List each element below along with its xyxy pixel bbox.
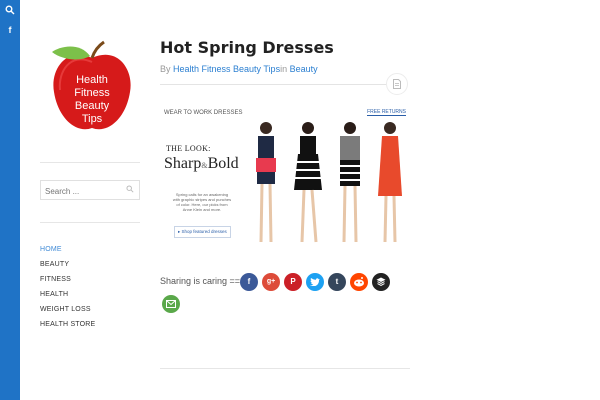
logo-line-4: Tips: [82, 113, 103, 125]
logo-line-3: Beauty: [75, 100, 110, 112]
nav-item-health-store[interactable]: HEALTH STORE: [40, 321, 95, 336]
byline-by: By: [160, 64, 174, 74]
social-rail: f: [0, 0, 20, 400]
sharing-label: Sharing is caring ==>: [160, 276, 246, 286]
shop-featured-button[interactable]: ▸ Shop featured dresses: [174, 226, 231, 238]
search-input[interactable]: [41, 183, 121, 200]
category-link[interactable]: Beauty: [290, 64, 318, 74]
shop-featured-label: Shop featured dresses: [181, 229, 227, 234]
email-icon[interactable]: [162, 295, 180, 313]
content-divider: [160, 368, 410, 369]
banner-sharp-bold: Sharp&Bold: [164, 155, 239, 173]
twitter-icon[interactable]: [306, 273, 324, 291]
search-box: [40, 180, 140, 200]
nav-item-beauty[interactable]: BEAUTY: [40, 261, 95, 276]
byline-in: in: [280, 64, 290, 74]
site-logo[interactable]: Health Fitness Beauty Tips: [48, 40, 136, 136]
title-divider: [160, 84, 386, 85]
banner-sharp: Sharp: [164, 155, 202, 172]
post-byline: By Health Fitness Beauty Tipsin Beauty: [160, 64, 318, 74]
featured-image[interactable]: WEAR TO WORK DRESSES FREE RETURNS THE LO…: [160, 100, 410, 248]
free-returns-link[interactable]: FREE RETURNS: [367, 109, 406, 116]
banner-heading: WEAR TO WORK DRESSES: [164, 110, 243, 116]
facebook-icon[interactable]: f: [0, 20, 20, 40]
post-format-badge: [386, 73, 408, 95]
logo-line-2: Fitness: [74, 87, 110, 99]
tumblr-icon[interactable]: t: [328, 273, 346, 291]
models-photo: [256, 122, 402, 243]
main-nav: HOME BEAUTY FITNESS HEALTH WEIGHT LOSS H…: [40, 246, 95, 336]
google-plus-icon[interactable]: g+: [262, 273, 280, 291]
pinterest-icon[interactable]: P: [284, 273, 302, 291]
banner-copy: Spring calls for an awakening with graph…: [172, 192, 232, 212]
sidebar-divider: [40, 222, 140, 223]
buffer-icon[interactable]: [372, 273, 390, 291]
nav-item-home[interactable]: HOME: [40, 246, 95, 261]
post-title[interactable]: Hot Spring Dresses: [160, 38, 334, 57]
reddit-icon[interactable]: [350, 273, 368, 291]
search-icon[interactable]: [126, 185, 134, 193]
banner-bold: Bold: [207, 155, 239, 172]
sidebar-divider: [40, 162, 140, 163]
author-link[interactable]: Health Fitness Beauty Tips: [173, 64, 280, 74]
facebook-icon[interactable]: f: [240, 273, 258, 291]
logo-line-1: Health: [76, 74, 108, 86]
nav-item-weight-loss[interactable]: WEIGHT LOSS: [40, 306, 95, 321]
search-icon[interactable]: [0, 0, 20, 20]
banner-the-look: THE LOOK:: [166, 144, 211, 153]
document-icon: [393, 79, 401, 89]
nav-item-health[interactable]: HEALTH: [40, 291, 95, 306]
nav-item-fitness[interactable]: FITNESS: [40, 276, 95, 291]
